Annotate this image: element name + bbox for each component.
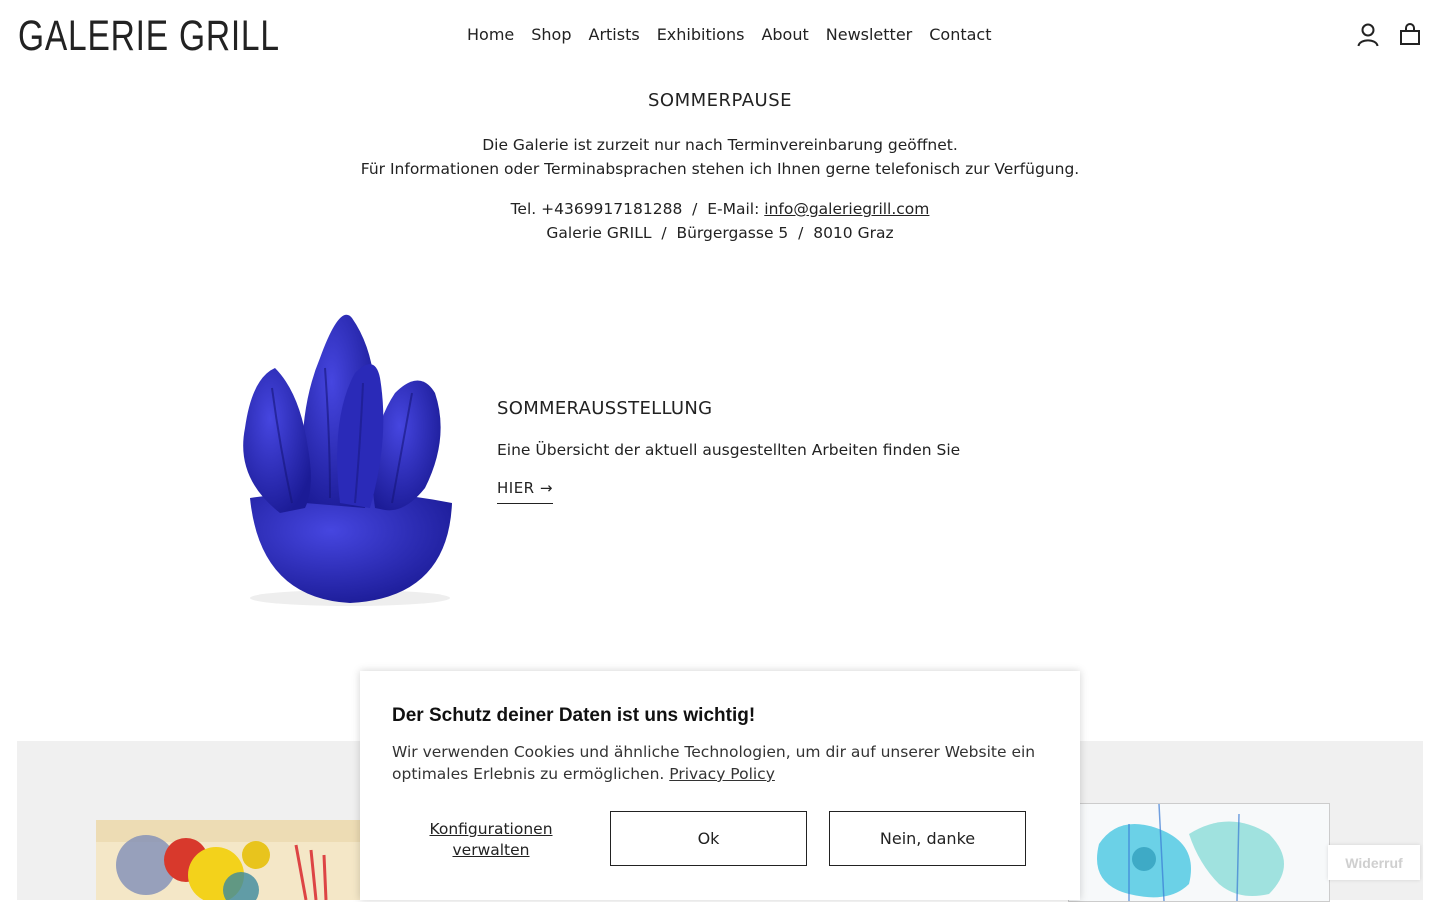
nav-contact[interactable]: Contact [929,25,991,44]
site-logo[interactable]: GALERIE GRILL [18,12,280,61]
notice-line-1: Die Galerie ist zurzeit nur nach Terminv… [482,136,958,154]
phone-text: Tel. +4369917181288 / E-Mail: [510,200,765,218]
header-icons [1356,22,1422,48]
contact-info: Tel. +4369917181288 / E-Mail: info@galer… [0,197,1440,245]
nav-shop[interactable]: Shop [531,25,571,44]
address-line: Galerie GRILL / Bürgergasse 5 / 8010 Gra… [546,224,894,242]
nav-newsletter[interactable]: Newsletter [826,25,913,44]
main-nav: Home Shop Artists Exhibitions About News… [467,25,1009,44]
nav-artists[interactable]: Artists [589,25,640,44]
privacy-policy-link[interactable]: Privacy Policy [669,765,775,783]
account-icon[interactable] [1356,22,1380,48]
notice-line-2: Für Informationen oder Terminabsprachen … [360,160,1080,178]
feature-title: SOMMERAUSSTELLUNG [497,398,713,419]
nav-exhibitions[interactable]: Exhibitions [657,25,745,44]
artwork-thumbnail-left[interactable] [96,820,362,900]
notice-text: Die Galerie ist zurzeit nur nach Terminv… [0,133,1440,181]
configure-cookies-link[interactable]: Konfigurationen verwalten [416,819,566,861]
email-link[interactable]: info@galeriegrill.com [764,200,929,218]
feature-description: Eine Übersicht der aktuell ausgestellten… [497,441,961,459]
cookie-text: Wir verwenden Cookies und ähnliche Techn… [392,741,1042,785]
nav-about[interactable]: About [761,25,808,44]
notice-section: SOMMERPAUSE Die Galerie ist zurzeit nur … [0,90,1440,245]
artwork-thumbnail-right[interactable] [1068,803,1330,902]
sculpture-image[interactable] [180,298,465,618]
decline-button[interactable]: Nein, danke [829,811,1026,866]
hier-link[interactable]: HIER → [497,479,553,504]
accept-button[interactable]: Ok [610,811,807,866]
site-header: GALERIE GRILL Home Shop Artists Exhibiti… [0,0,1440,72]
cart-icon[interactable] [1398,22,1422,48]
contact-line: Tel. +4369917181288 / E-Mail: info@galer… [0,197,1440,221]
widerruf-button[interactable]: Widerruf [1328,845,1420,880]
feature-text: SOMMERAUSSTELLUNG Eine Übersicht der akt… [497,398,1057,504]
cookie-consent-modal: Der Schutz deiner Daten ist uns wichtig!… [360,671,1080,900]
notice-title: SOMMERPAUSE [647,90,793,111]
cookie-title: Der Schutz deiner Daten ist uns wichtig! [392,705,756,726]
nav-home[interactable]: Home [467,25,514,44]
